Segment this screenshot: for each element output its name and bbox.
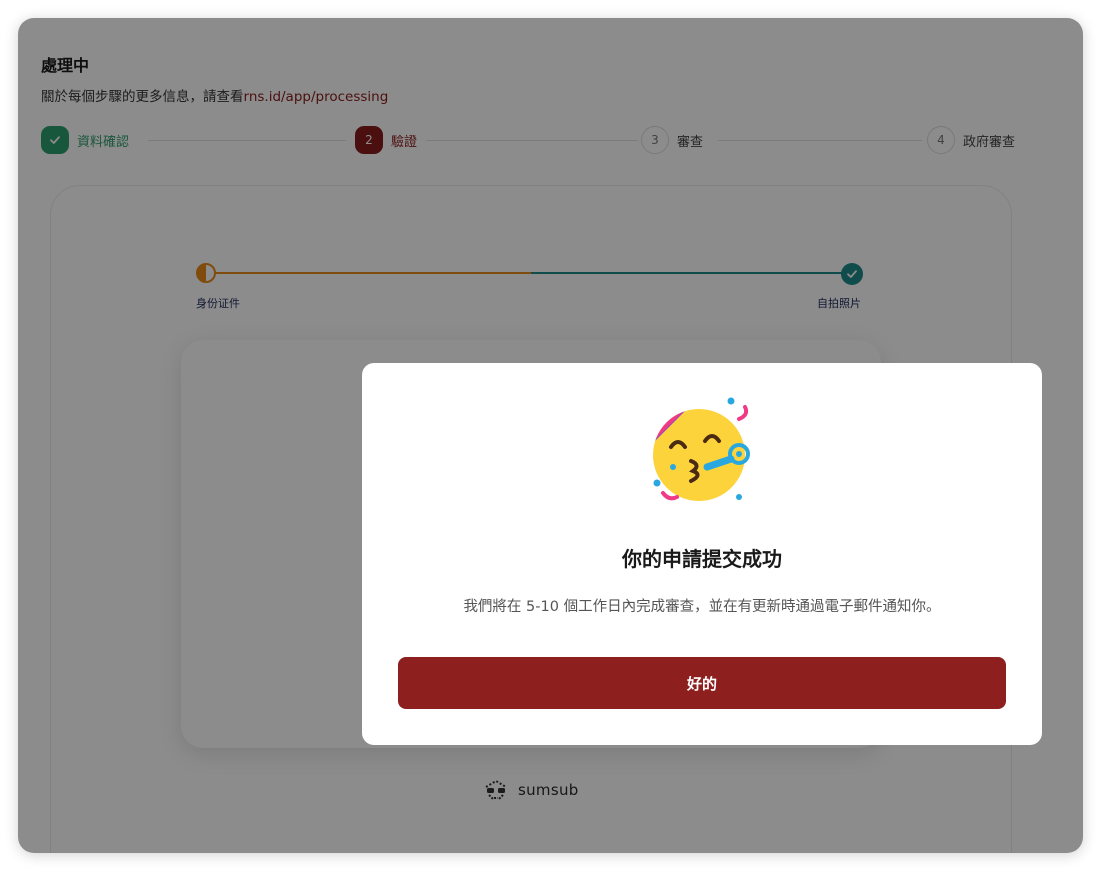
dialog-title: 你的申請提交成功	[622, 547, 782, 571]
ok-button[interactable]: 好的	[398, 657, 1006, 709]
success-dialog: 你的申請提交成功 我們將在 5-10 個工作日內完成審查，並在有更新時通過電子郵…	[362, 363, 1042, 745]
partying-face-icon	[653, 397, 750, 501]
dialog-description: 我們將在 5-10 個工作日內完成審查，並在有更新時通過電子郵件通知你。	[463, 599, 941, 615]
